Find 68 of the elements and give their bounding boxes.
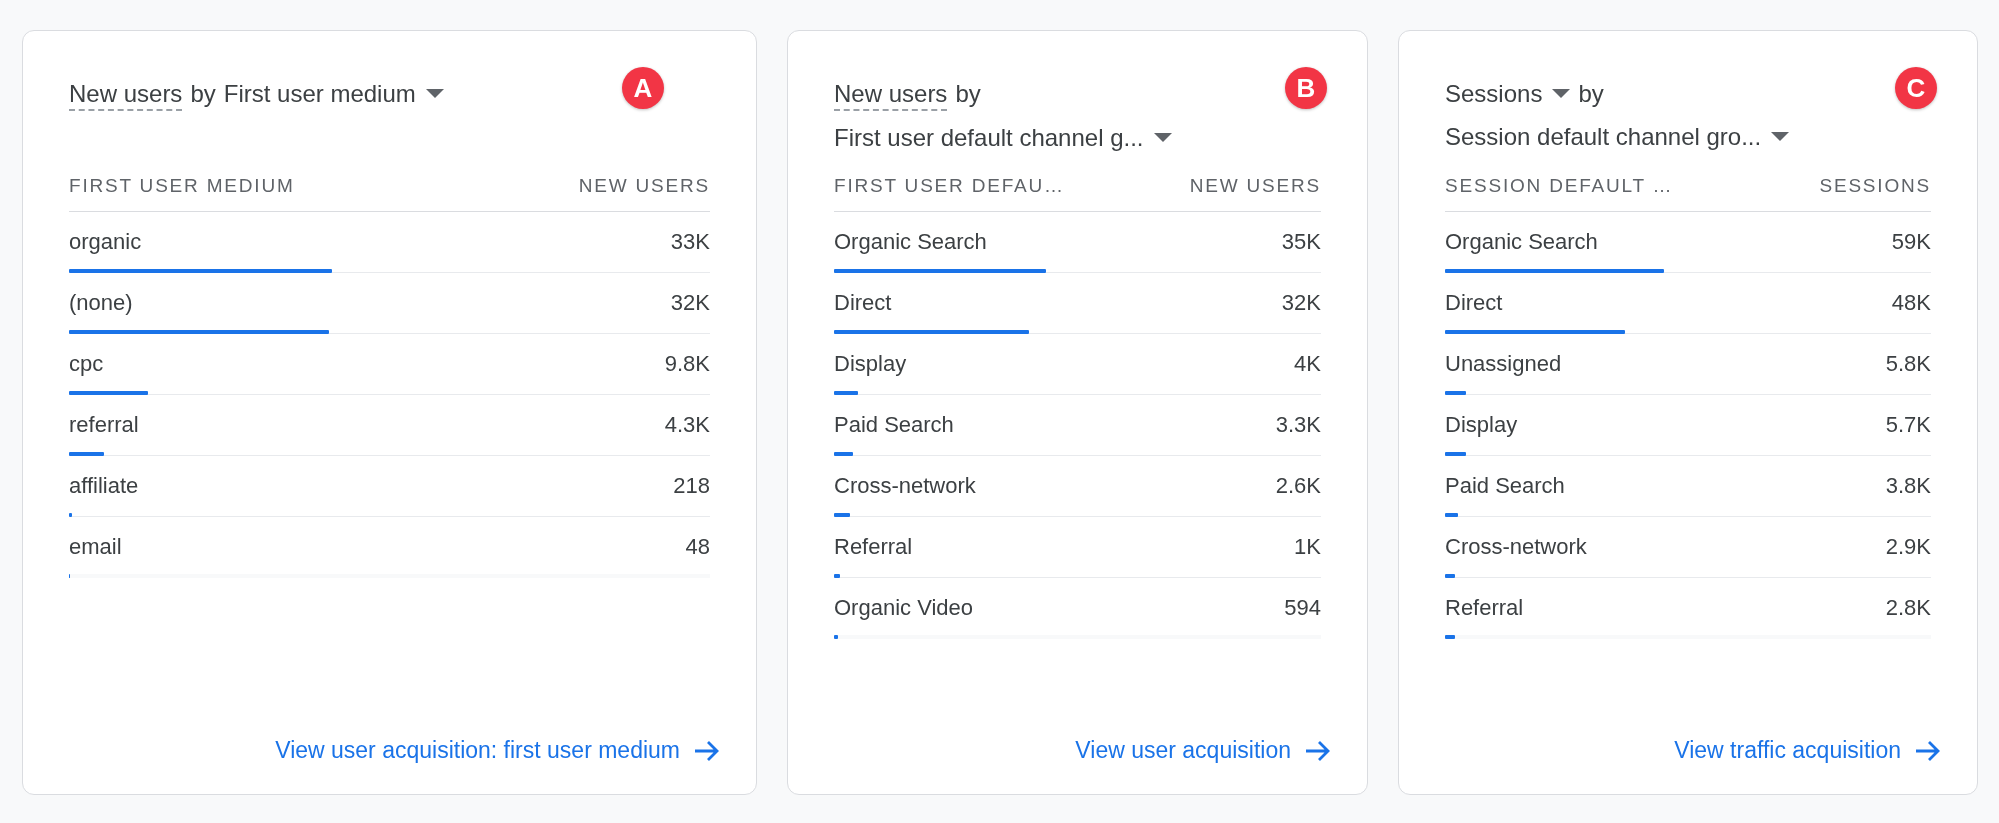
dropdown-caret-icon[interactable] xyxy=(1552,89,1571,99)
title-connector: by xyxy=(955,79,981,109)
arrow-right-icon xyxy=(694,739,720,762)
view-report-link[interactable]: View user acquisition: first user medium xyxy=(275,737,720,764)
title-connector: by xyxy=(1578,79,1604,109)
metric-label[interactable]: New users xyxy=(69,79,183,111)
row-value: 9.8K xyxy=(664,350,710,378)
row-label: affiliate xyxy=(69,472,139,500)
row-value: 59K xyxy=(1891,228,1931,256)
row-value: 2.6K xyxy=(1275,472,1321,500)
row-value: 32K xyxy=(1281,289,1321,317)
row-label: Paid Search xyxy=(834,411,954,439)
dimension-label[interactable]: First user medium xyxy=(223,79,416,109)
row-label: Referral xyxy=(834,533,913,561)
column-header: NEW USERS xyxy=(578,175,710,197)
row-label: Cross-network xyxy=(1445,533,1587,561)
row-value: 2.8K xyxy=(1885,594,1931,622)
letter-badge: C xyxy=(1895,67,1937,109)
row-value: 5.7K xyxy=(1885,411,1931,439)
row-label: Organic Search xyxy=(834,228,987,256)
letter-badge: A xyxy=(622,67,664,109)
row-label: Cross-network xyxy=(834,472,976,500)
column-header: SESSIONS xyxy=(1819,175,1931,197)
dropdown-caret-icon[interactable] xyxy=(1153,133,1172,143)
row-label: email xyxy=(69,533,122,561)
dropdown-caret-icon[interactable] xyxy=(425,89,444,99)
row-label: Paid Search xyxy=(1445,472,1565,500)
column-header: NEW USERS xyxy=(1189,175,1321,197)
row-label: Organic Search xyxy=(1445,228,1598,256)
column-header: FIRST USER MEDIUM xyxy=(69,175,295,197)
row-value: 32K xyxy=(670,289,710,317)
row-value: 2.9K xyxy=(1885,533,1931,561)
row-value: 594 xyxy=(1284,594,1321,622)
row-label: organic xyxy=(69,228,142,256)
row-value: 4.3K xyxy=(664,411,710,439)
column-header: FIRST USER DEFAU… xyxy=(834,175,1065,197)
dimension-label[interactable]: First user default channel g... xyxy=(834,123,1144,153)
row-value: 3.3K xyxy=(1275,411,1321,439)
row-value: 33K xyxy=(670,228,710,256)
view-report-link[interactable]: View traffic acquisition xyxy=(1674,737,1941,764)
row-label: Display xyxy=(834,350,907,378)
row-label: Direct xyxy=(834,289,892,317)
row-label: Direct xyxy=(1445,289,1503,317)
row-label: referral xyxy=(69,411,139,439)
row-value: 48 xyxy=(685,533,710,561)
letter-badge: B xyxy=(1285,67,1327,109)
row-value: 48K xyxy=(1891,289,1931,317)
title-connector: by xyxy=(190,79,216,109)
row-value: 35K xyxy=(1281,228,1321,256)
row-label: Referral xyxy=(1445,594,1524,622)
arrow-right-icon xyxy=(1305,739,1331,762)
row-value: 3.8K xyxy=(1885,472,1931,500)
row-label: (none) xyxy=(69,289,133,317)
row-value: 4K xyxy=(1294,350,1321,378)
row-label: Unassigned xyxy=(1445,350,1562,378)
dropdown-caret-icon[interactable] xyxy=(1771,132,1790,142)
view-report-link[interactable]: View user acquisition xyxy=(1075,737,1331,764)
row-label: Organic Video xyxy=(834,594,973,622)
row-value: 5.8K xyxy=(1885,350,1931,378)
row-value: 1K xyxy=(1294,533,1321,561)
metric-label[interactable]: Sessions xyxy=(1445,79,1543,109)
arrow-right-icon xyxy=(1915,739,1941,762)
row-value: 218 xyxy=(673,472,710,500)
column-header: SESSION DEFAULT … xyxy=(1445,175,1674,197)
dimension-label[interactable]: Session default channel gro... xyxy=(1445,122,1762,152)
metric-label[interactable]: New users xyxy=(834,79,948,111)
row-label: Display xyxy=(1445,411,1518,439)
row-label: cpc xyxy=(69,350,104,378)
